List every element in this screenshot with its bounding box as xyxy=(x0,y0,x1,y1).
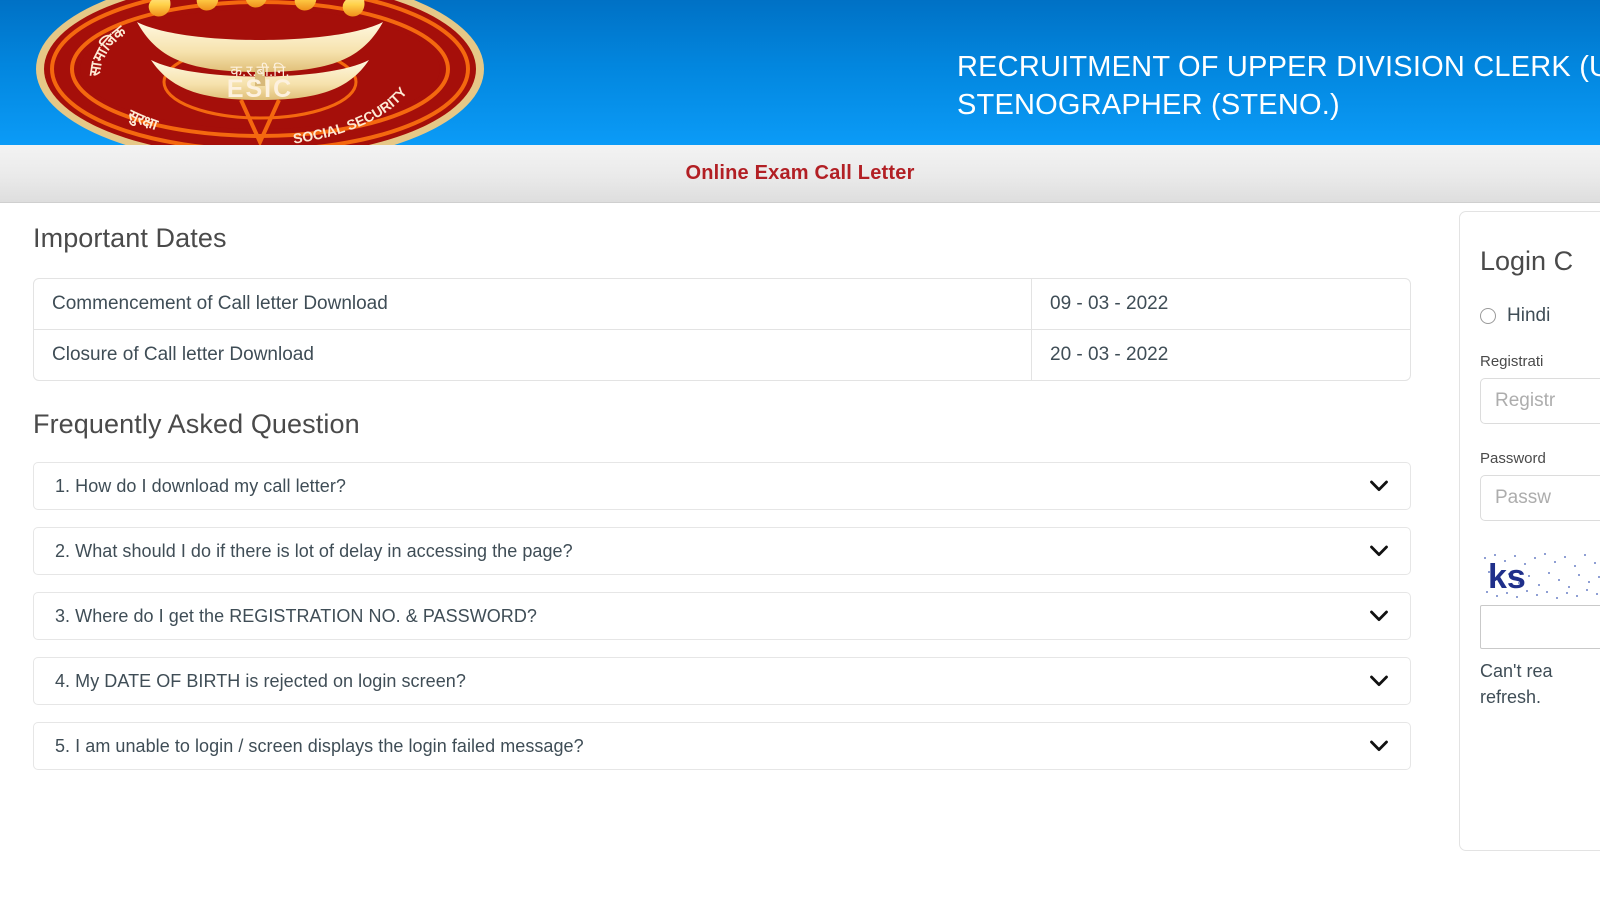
language-selector[interactable]: Hindi xyxy=(1480,305,1600,327)
chevron-down-icon[interactable] xyxy=(1370,610,1388,622)
registration-label: Registrati xyxy=(1480,353,1544,370)
password-label: Password xyxy=(1480,450,1546,467)
registration-input[interactable] xyxy=(1480,378,1600,424)
date-row-label: Closure of Call letter Download xyxy=(34,329,1031,380)
esic-logo: क.र.बी.नि. ESIC सामाजिक सुरक्षा SOCIAL S… xyxy=(33,0,488,145)
page-body: Important Dates Commencement of Call let… xyxy=(0,203,1600,900)
faq-heading: Frequently Asked Question xyxy=(33,409,360,439)
login-panel: Login C Hindi Registrati Password xyxy=(1459,211,1600,851)
faq-item-4[interactable]: 4. My DATE OF BIRTH is rejected on login… xyxy=(33,657,1411,705)
captcha-hint-line-1: Can't rea xyxy=(1480,661,1553,681)
important-dates-heading: Important Dates xyxy=(33,223,227,253)
captcha-image: ks xyxy=(1480,551,1600,599)
captcha-text: ks xyxy=(1488,558,1526,596)
date-row-label: Commencement of Call letter Download xyxy=(52,293,388,314)
chevron-down-icon[interactable] xyxy=(1370,545,1388,557)
radio-hindi-label: Hindi xyxy=(1507,305,1551,326)
date-row-value: 09 - 03 - 2022 xyxy=(1031,279,1410,329)
password-input[interactable] xyxy=(1480,475,1600,521)
faq-item-5[interactable]: 5. I am unable to login / screen display… xyxy=(33,722,1411,770)
chevron-down-icon[interactable] xyxy=(1370,480,1388,492)
logo-abbr-en: ESIC xyxy=(227,75,293,103)
login-panel-heading: Login C xyxy=(1480,246,1574,276)
site-header: क.र.बी.नि. ESIC सामाजिक सुरक्षा SOCIAL S… xyxy=(0,0,1600,145)
faq-question: 5. I am unable to login / screen display… xyxy=(55,735,584,756)
registration-field-group: Registrati xyxy=(1480,353,1600,424)
faq-question: 4. My DATE OF BIRTH is rejected on login… xyxy=(55,670,466,691)
radio-hindi[interactable] xyxy=(1480,308,1496,324)
faq-question: 1. How do I download my call letter? xyxy=(55,475,346,496)
faq-item-1[interactable]: 1. How do I download my call letter? xyxy=(33,462,1411,510)
left-column: Important Dates Commencement of Call let… xyxy=(33,203,1413,787)
faq-item-2[interactable]: 2. What should I do if there is lot of d… xyxy=(33,527,1411,575)
chevron-down-icon[interactable] xyxy=(1370,675,1388,687)
captcha-hint-line-2: refresh. xyxy=(1480,687,1542,707)
chevron-down-icon[interactable] xyxy=(1370,740,1388,752)
faq-question: 2. What should I do if there is lot of d… xyxy=(55,540,573,561)
important-dates-table: Commencement of Call letter Download 09 … xyxy=(33,278,1411,381)
faq-question: 3. Where do I get the REGISTRATION NO. &… xyxy=(55,605,537,626)
page-title-line-2: STENOGRAPHER (STENO.) xyxy=(957,89,1340,121)
faq-item-3[interactable]: 3. Where do I get the REGISTRATION NO. &… xyxy=(33,592,1411,640)
captcha-input[interactable] xyxy=(1480,605,1600,649)
subtitle-text: Online Exam Call Letter xyxy=(685,162,915,184)
table-row: Closure of Call letter Download 20 - 03 … xyxy=(34,329,1410,380)
captcha-block: ks Can't rea refresh. xyxy=(1480,551,1600,710)
date-row-value: 20 - 03 - 2022 xyxy=(1031,329,1410,380)
page-title-line-1: RECRUITMENT OF UPPER DIVISION CLERK (UDC… xyxy=(957,51,1600,83)
password-field-group: Password xyxy=(1480,450,1600,521)
page-title: RECRUITMENT OF UPPER DIVISION CLERK (UDC… xyxy=(957,48,1600,124)
table-row: Commencement of Call letter Download 09 … xyxy=(34,279,1410,329)
captcha-refresh-hint[interactable]: Can't rea refresh. xyxy=(1480,658,1600,710)
subtitle-bar: Online Exam Call Letter xyxy=(0,145,1600,203)
faq-list: 1. How do I download my call letter? 2. … xyxy=(33,462,1413,770)
